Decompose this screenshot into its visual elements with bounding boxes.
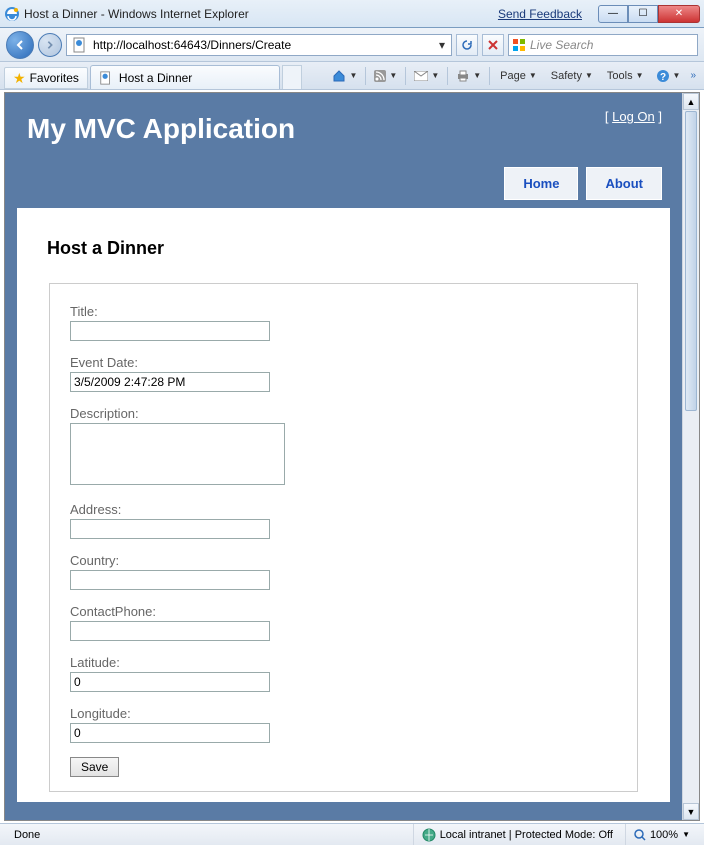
stop-button[interactable]: [482, 34, 504, 56]
print-button[interactable]: ▼: [452, 65, 485, 87]
logon-link[interactable]: Log On: [612, 109, 655, 124]
mail-icon: [414, 71, 428, 81]
stop-icon: [488, 40, 498, 50]
window-buttons: — ☐ ✕: [598, 5, 700, 23]
address-label: Address:: [70, 502, 617, 517]
page-icon: [99, 71, 113, 85]
window-title: Host a Dinner - Windows Internet Explore…: [24, 7, 249, 21]
feeds-button[interactable]: ▼: [370, 65, 401, 87]
command-bar: ▼ ▼ ▼ ▼ Page▼ Safety▼ Tools▼ ?▼ »: [304, 62, 700, 89]
tab-row: ★ Favorites Host a Dinner ▼ ▼ ▼ ▼ Page▼ …: [0, 62, 704, 90]
zoom-value: 100%: [650, 829, 678, 841]
page-menu[interactable]: Page▼: [494, 65, 543, 87]
phone-label: ContactPhone:: [70, 604, 617, 619]
close-button[interactable]: ✕: [658, 5, 700, 23]
refresh-button[interactable]: [456, 34, 478, 56]
ie-icon: [4, 6, 20, 22]
description-input[interactable]: [70, 423, 285, 485]
dinner-form: Title: Event Date: Description: Address:…: [49, 283, 638, 792]
refresh-icon: [461, 39, 473, 51]
eventdate-label: Event Date:: [70, 355, 617, 370]
back-button[interactable]: [6, 31, 34, 59]
content-body: Host a Dinner Title: Event Date: Descrip…: [17, 208, 670, 802]
longitude-label: Longitude:: [70, 706, 617, 721]
scroll-thumb[interactable]: [685, 111, 697, 411]
page-heading: Host a Dinner: [47, 238, 640, 259]
mail-button[interactable]: ▼: [410, 65, 443, 87]
address-bar[interactable]: ▾: [66, 34, 452, 56]
login-area: [ Log On ]: [605, 109, 662, 124]
scroll-up-button[interactable]: ▲: [683, 93, 699, 110]
forward-button[interactable]: [38, 33, 62, 57]
windows-flag-icon: [512, 38, 526, 52]
home-button[interactable]: ▼: [328, 65, 361, 87]
country-input[interactable]: [70, 570, 270, 590]
url-input[interactable]: [91, 36, 435, 54]
svg-text:?: ?: [659, 72, 665, 83]
favorites-button[interactable]: ★ Favorites: [4, 67, 88, 89]
security-zone[interactable]: Local intranet | Protected Mode: Off: [413, 824, 621, 845]
page-content: My MVC Application [ Log On ] Home About…: [5, 93, 682, 820]
latitude-input[interactable]: [70, 672, 270, 692]
maximize-button[interactable]: ☐: [628, 5, 658, 23]
favorites-label: Favorites: [30, 71, 79, 85]
search-placeholder: Live Search: [530, 38, 593, 52]
send-feedback-link[interactable]: Send Feedback: [498, 7, 582, 21]
arrow-right-icon: [45, 40, 55, 50]
page-icon: [72, 37, 88, 53]
arrow-left-icon: [14, 39, 26, 51]
zone-label: Local intranet | Protected Mode: Off: [440, 829, 613, 841]
window-titlebar: Host a Dinner - Windows Internet Explore…: [0, 0, 704, 28]
eventdate-input[interactable]: [70, 372, 270, 392]
country-label: Country:: [70, 553, 617, 568]
url-dropdown[interactable]: ▾: [435, 38, 449, 52]
tab-host-dinner[interactable]: Host a Dinner: [90, 65, 280, 89]
description-label: Description:: [70, 406, 617, 421]
new-tab-button[interactable]: [282, 65, 302, 89]
app-title: My MVC Application: [27, 113, 295, 145]
safety-menu[interactable]: Safety▼: [545, 65, 599, 87]
intranet-icon: [422, 828, 436, 842]
browser-viewport: My MVC Application [ Log On ] Home About…: [4, 92, 700, 821]
menu-home[interactable]: Home: [504, 167, 578, 200]
status-text: Done: [6, 824, 48, 845]
tab-label: Host a Dinner: [119, 71, 192, 85]
zoom-control[interactable]: 100% ▼: [625, 824, 698, 845]
scroll-down-button[interactable]: ▼: [683, 803, 699, 820]
title-input[interactable]: [70, 321, 270, 341]
home-icon: [332, 69, 346, 83]
toolbar-chevron[interactable]: »: [686, 65, 700, 87]
print-icon: [456, 70, 470, 82]
address-input[interactable]: [70, 519, 270, 539]
status-bar: Done Local intranet | Protected Mode: Of…: [0, 823, 704, 845]
longitude-input[interactable]: [70, 723, 270, 743]
title-label: Title:: [70, 304, 617, 319]
help-icon: ?: [656, 69, 670, 83]
search-box[interactable]: Live Search: [508, 34, 698, 56]
rss-icon: [374, 70, 386, 82]
menu-about[interactable]: About: [586, 167, 662, 200]
zoom-icon: [634, 829, 646, 841]
help-button[interactable]: ?▼: [652, 65, 685, 87]
phone-input[interactable]: [70, 621, 270, 641]
star-icon: ★: [13, 70, 26, 87]
vertical-scrollbar[interactable]: ▲ ▼: [682, 93, 699, 820]
tools-menu[interactable]: Tools▼: [601, 65, 650, 87]
latitude-label: Latitude:: [70, 655, 617, 670]
nav-bar: ▾ Live Search: [0, 28, 704, 62]
main-menu: Home About: [17, 167, 662, 200]
save-button[interactable]: Save: [70, 757, 119, 777]
minimize-button[interactable]: —: [598, 5, 628, 23]
